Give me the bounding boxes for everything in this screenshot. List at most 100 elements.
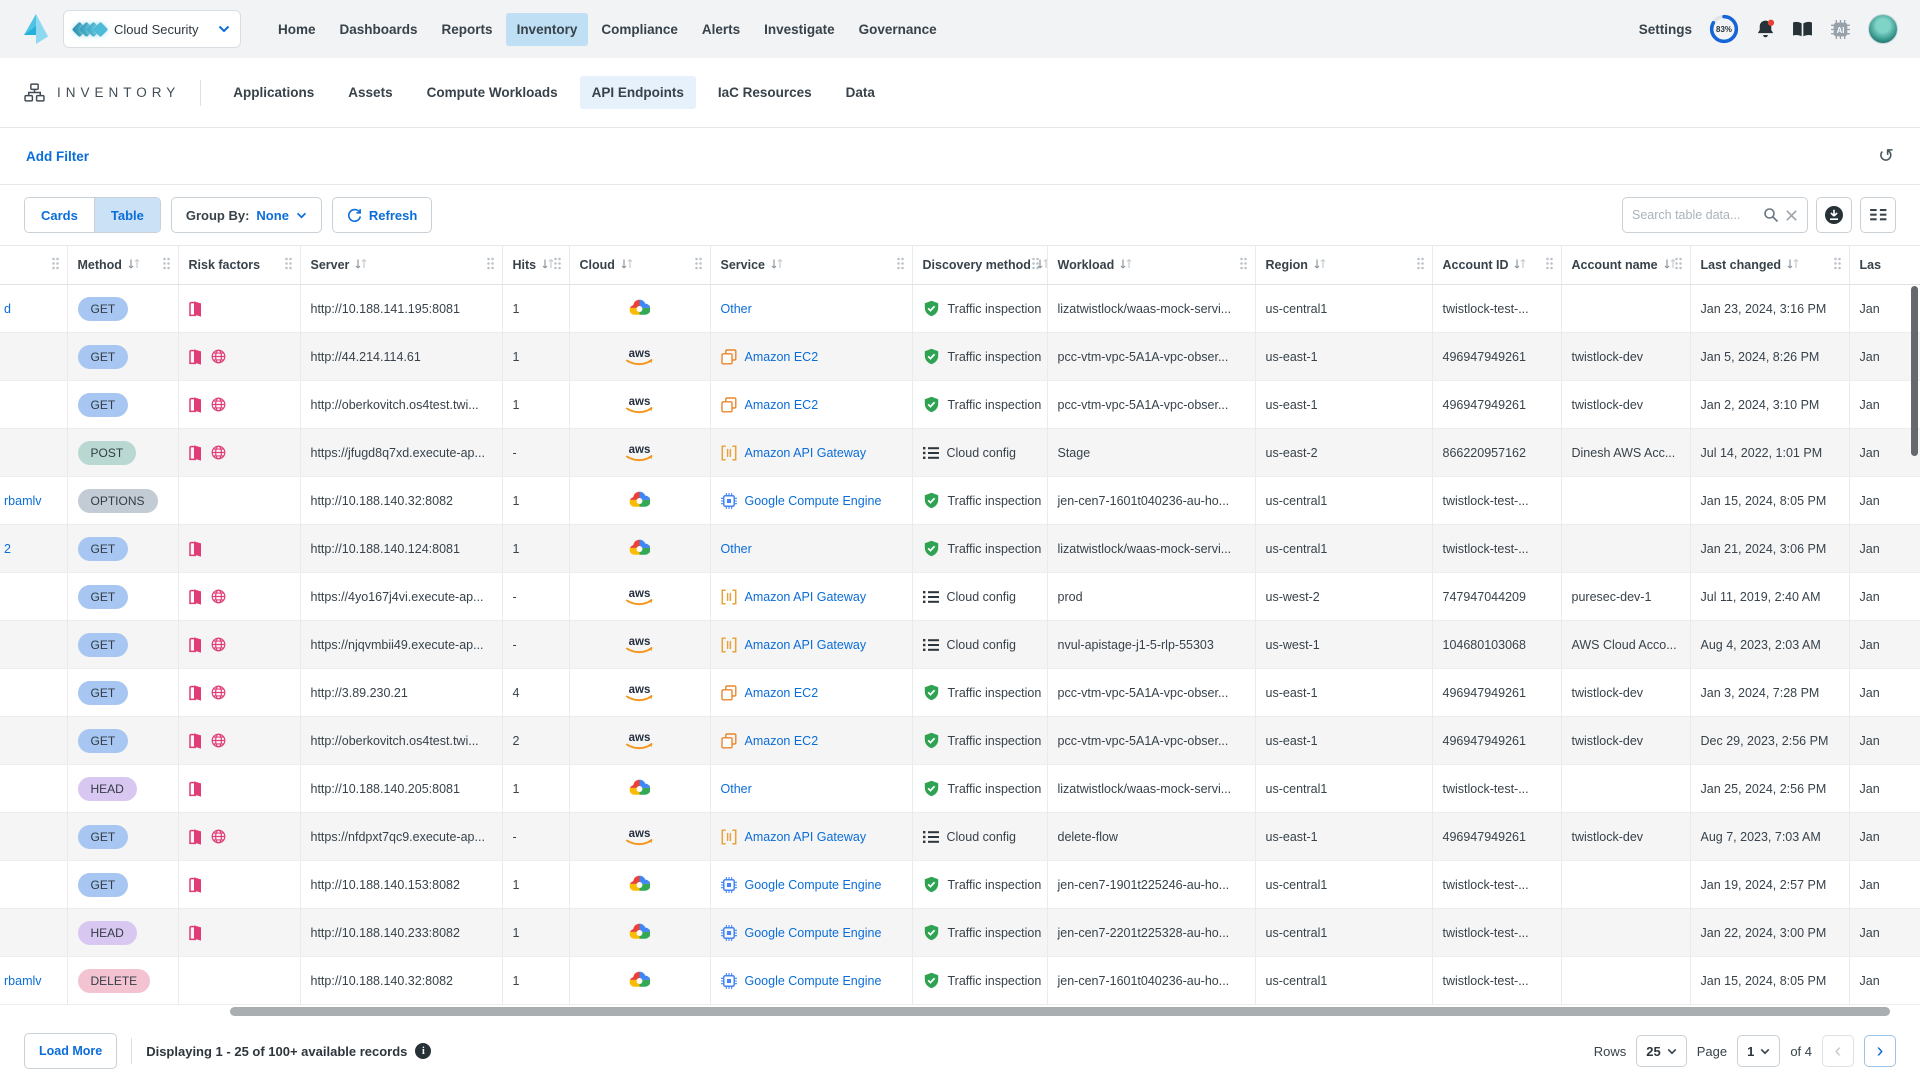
service-link[interactable]: Google Compute Engine — [745, 974, 882, 988]
drag-handle-icon[interactable] — [284, 257, 293, 274]
tab-assets[interactable]: Assets — [336, 76, 404, 109]
table-row[interactable]: GEThttp://44.214.114.611awsAmazon EC2Tra… — [0, 333, 1920, 381]
drag-handle-icon[interactable] — [694, 257, 703, 274]
table-row[interactable]: rbamlvDELETEhttp://10.188.140.32:80821Go… — [0, 957, 1920, 1005]
next-page-button[interactable]: › — [1864, 1035, 1896, 1067]
nav-item-dashboards[interactable]: Dashboards — [329, 13, 429, 46]
column-settings-button[interactable] — [1860, 197, 1896, 233]
nav-item-reports[interactable]: Reports — [431, 13, 504, 46]
service-link[interactable]: Amazon EC2 — [745, 398, 819, 412]
drag-handle-icon[interactable] — [162, 257, 171, 274]
service-link[interactable]: Google Compute Engine — [745, 494, 882, 508]
table-view-button[interactable]: Table — [94, 198, 160, 232]
search-input[interactable] — [1632, 208, 1763, 222]
column-header-account_id[interactable]: Account ID — [1432, 246, 1561, 285]
table-row[interactable]: rbamlvOPTIONShttp://10.188.140.32:80821G… — [0, 477, 1920, 525]
tab-applications[interactable]: Applications — [221, 76, 326, 109]
nav-item-investigate[interactable]: Investigate — [753, 13, 846, 46]
drag-handle-icon[interactable] — [1833, 257, 1842, 274]
service-link[interactable]: Amazon EC2 — [745, 350, 819, 364]
drag-handle-icon[interactable] — [896, 257, 905, 274]
service-link[interactable]: Other — [721, 302, 752, 316]
clear-search-icon[interactable] — [1785, 209, 1798, 222]
tab-api-endpoints[interactable]: API Endpoints — [580, 76, 696, 109]
drag-handle-icon[interactable] — [51, 257, 60, 274]
table-row[interactable]: GEThttp://10.188.140.153:80821Google Com… — [0, 861, 1920, 909]
column-header-method[interactable]: Method — [67, 246, 178, 285]
drag-handle-icon[interactable] — [1545, 257, 1554, 274]
table-row[interactable]: HEADhttp://10.188.140.233:80821Google Co… — [0, 909, 1920, 957]
table-row[interactable]: POSThttps://jfugd8q7xd.execute-ap...-aws… — [0, 429, 1920, 477]
nav-item-alerts[interactable]: Alerts — [691, 13, 751, 46]
endpoint-path-link[interactable]: 2 — [4, 542, 11, 556]
drag-handle-icon[interactable] — [486, 257, 495, 274]
endpoint-path-link[interactable]: rbamlv — [4, 494, 42, 508]
table-row[interactable]: HEADhttp://10.188.140.205:80811OtherTraf… — [0, 765, 1920, 813]
service-link[interactable]: Other — [721, 542, 752, 556]
cards-view-button[interactable]: Cards — [25, 198, 94, 232]
service-link[interactable]: Google Compute Engine — [745, 878, 882, 892]
drag-handle-icon[interactable] — [1674, 257, 1683, 274]
drag-handle-icon[interactable] — [1031, 257, 1040, 274]
horizontal-scrollbar-thumb[interactable] — [230, 1007, 1890, 1016]
service-link[interactable]: Amazon EC2 — [745, 734, 819, 748]
column-header-cloud[interactable]: Cloud — [569, 246, 710, 285]
table-row[interactable]: GEThttps://nfdpxt7qc9.execute-ap...-awsA… — [0, 813, 1920, 861]
table-row[interactable]: dGEThttp://10.188.141.195:80811OtherTraf… — [0, 285, 1920, 333]
discovery-method-value: Cloud config — [947, 830, 1017, 844]
bell-icon[interactable] — [1756, 19, 1775, 40]
column-header-account_name[interactable]: Account name — [1561, 246, 1690, 285]
vertical-scrollbar-thumb[interactable] — [1911, 286, 1918, 456]
column-header-last_changed[interactable]: Last changed — [1690, 246, 1849, 285]
nav-item-inventory[interactable]: Inventory — [506, 13, 589, 46]
column-header-service[interactable]: Service — [710, 246, 912, 285]
table-row[interactable]: GEThttp://oberkovitch.os4test.twi...2aws… — [0, 717, 1920, 765]
tab-compute-workloads[interactable]: Compute Workloads — [415, 76, 570, 109]
previous-page-button[interactable]: ‹ — [1822, 1035, 1854, 1067]
ai-chip-icon[interactable]: AI — [1830, 19, 1851, 40]
drag-handle-icon[interactable] — [1239, 257, 1248, 274]
drag-handle-icon[interactable] — [553, 257, 562, 274]
refresh-button[interactable]: Refresh — [332, 197, 432, 233]
table-row[interactable]: GEThttps://njqvmbii49.execute-ap...-awsA… — [0, 621, 1920, 669]
load-more-button[interactable]: Load More — [24, 1033, 117, 1069]
table-row[interactable]: GEThttps://4yo167j4vi.execute-ap...-awsA… — [0, 573, 1920, 621]
service-link[interactable]: Other — [721, 782, 752, 796]
search-icon[interactable] — [1763, 207, 1779, 223]
book-icon[interactable] — [1792, 21, 1813, 38]
column-header-hits[interactable]: Hits — [502, 246, 569, 285]
download-button[interactable] — [1816, 197, 1852, 233]
service-link[interactable]: Amazon EC2 — [745, 686, 819, 700]
service-link[interactable]: Amazon API Gateway — [745, 830, 867, 844]
drag-handle-icon[interactable] — [1416, 257, 1425, 274]
table-row[interactable]: 2GEThttp://10.188.140.124:80811OtherTraf… — [0, 525, 1920, 573]
nav-item-compliance[interactable]: Compliance — [590, 13, 689, 46]
service-link[interactable]: Amazon API Gateway — [745, 638, 867, 652]
column-header-server[interactable]: Server — [300, 246, 502, 285]
reset-filters-icon[interactable]: ↺ — [1878, 147, 1894, 166]
health-progress-ring[interactable]: 83% — [1709, 14, 1739, 44]
tab-data[interactable]: Data — [834, 76, 887, 109]
nav-item-governance[interactable]: Governance — [848, 13, 948, 46]
nav-item-home[interactable]: Home — [267, 13, 327, 46]
group-by-dropdown[interactable]: Group By: None — [171, 197, 322, 233]
table-row[interactable]: GEThttp://3.89.230.214awsAmazon EC2Traff… — [0, 669, 1920, 717]
service-link[interactable]: Amazon API Gateway — [745, 590, 867, 604]
endpoint-path-link[interactable]: d — [4, 302, 11, 316]
column-header-region[interactable]: Region — [1255, 246, 1432, 285]
table-row[interactable]: GEThttp://oberkovitch.os4test.twi...1aws… — [0, 381, 1920, 429]
endpoint-path-link[interactable]: rbamlv — [4, 974, 42, 988]
settings-link[interactable]: Settings — [1639, 22, 1692, 37]
user-avatar[interactable] — [1868, 14, 1898, 44]
column-header-discovery[interactable]: Discovery method — [912, 246, 1047, 285]
app-selector-dropdown[interactable]: Cloud Security — [63, 10, 241, 48]
page-select[interactable]: 1 — [1737, 1035, 1780, 1067]
add-filter-button[interactable]: Add Filter — [26, 149, 89, 164]
tab-iac-resources[interactable]: IaC Resources — [706, 76, 824, 109]
column-header-workload[interactable]: Workload — [1047, 246, 1255, 285]
info-icon[interactable]: i — [415, 1043, 431, 1059]
service-link[interactable]: Amazon API Gateway — [745, 446, 867, 460]
rows-per-page-select[interactable]: 25 — [1636, 1035, 1686, 1067]
service-link[interactable]: Google Compute Engine — [745, 926, 882, 940]
cell-account-name: puresec-dev-1 — [1561, 573, 1690, 621]
